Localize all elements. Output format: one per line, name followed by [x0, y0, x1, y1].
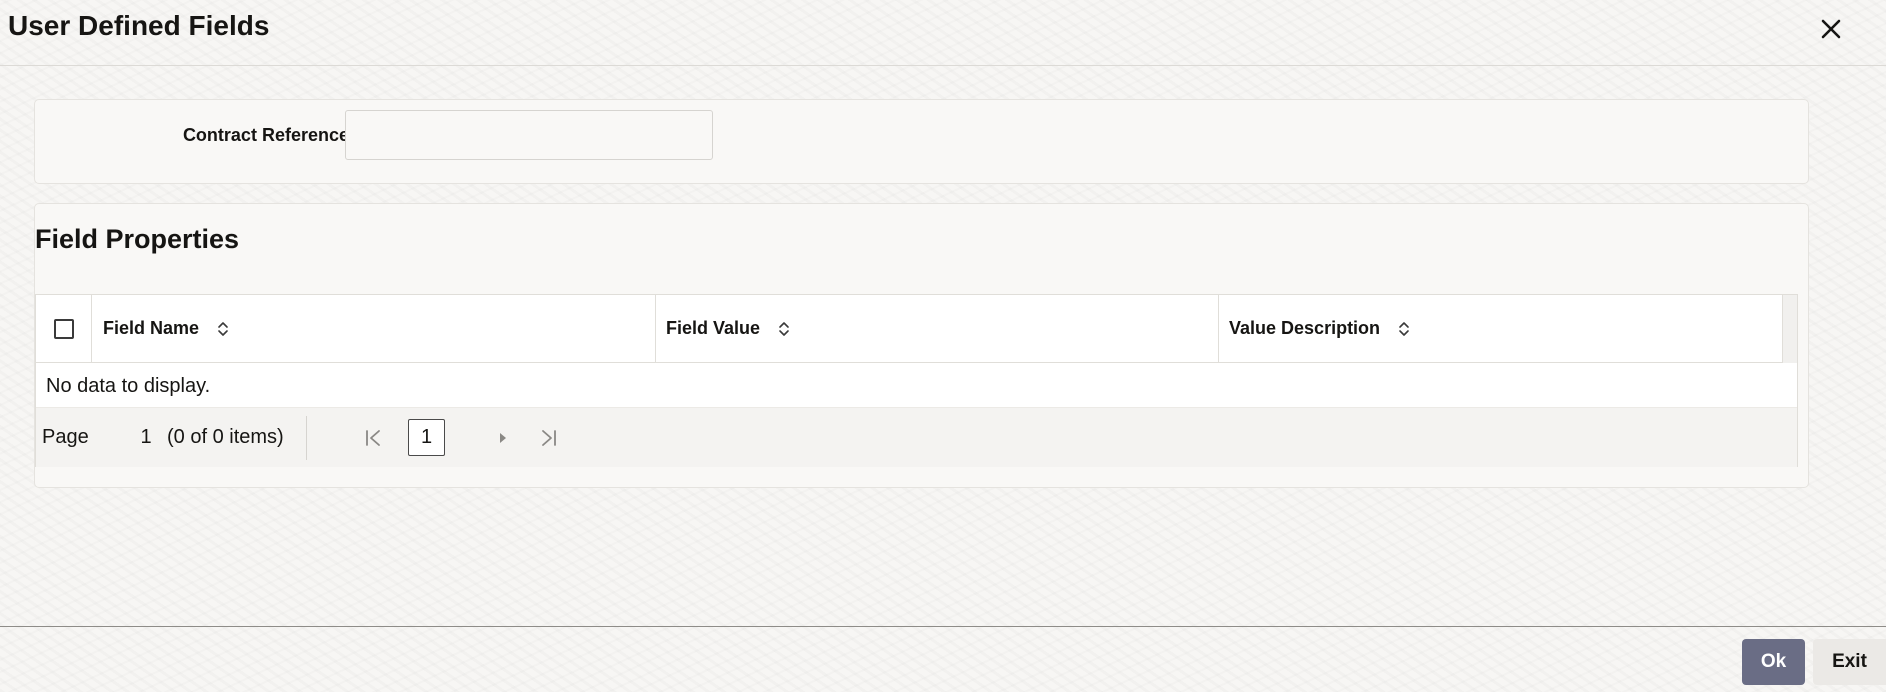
sort-icon[interactable]	[778, 321, 790, 337]
last-page-button[interactable]	[534, 422, 564, 454]
current-page-button[interactable]: 1	[408, 419, 445, 456]
scrollbar-gutter	[1782, 295, 1797, 363]
pagination-divider	[306, 416, 307, 460]
contract-reference-label: Contract Reference	[182, 125, 349, 145]
select-all-checkbox[interactable]	[53, 318, 74, 339]
empty-table-message: No data to display.	[46, 375, 211, 397]
ok-button[interactable]: Ok	[1742, 639, 1805, 685]
sort-icon[interactable]	[217, 321, 229, 337]
dialog-header: User Defined Fields	[0, 0, 1886, 66]
contract-panel: Contract Reference	[34, 99, 1809, 184]
field-properties-title: Field Properties	[35, 224, 240, 254]
next-page-icon	[500, 433, 506, 443]
close-icon	[1821, 19, 1841, 39]
first-page-icon	[366, 430, 380, 446]
dialog-title: User Defined Fields	[8, 10, 270, 41]
exit-button[interactable]: Exit	[1813, 639, 1886, 685]
page-number-input[interactable]: 1	[131, 426, 161, 449]
column-header-field-name[interactable]: Field Name	[92, 295, 656, 362]
dialog-footer: Ok Exit	[0, 626, 1886, 692]
sort-icon[interactable]	[1398, 321, 1410, 337]
item-count: (0 of 0 items)	[167, 426, 284, 448]
pagination-bar: Page 1 (0 of 0 items) 1	[36, 407, 1797, 467]
column-label: Value Description	[1229, 318, 1381, 338]
field-properties-table: Field Name Field Value Value Description…	[35, 294, 1798, 467]
close-button[interactable]	[1816, 14, 1846, 44]
next-page-button[interactable]	[488, 422, 518, 454]
column-header-value-description[interactable]: Value Description	[1219, 295, 1783, 362]
column-header-field-value[interactable]: Field Value	[656, 295, 1219, 362]
contract-reference-input[interactable]	[345, 110, 713, 160]
field-properties-panel: Field Properties Field Name Field Value …	[34, 203, 1809, 488]
table-header: Field Name Field Value Value Description	[36, 295, 1783, 363]
last-page-icon	[542, 430, 556, 446]
column-label: Field Value	[666, 318, 761, 338]
column-label: Field Name	[103, 318, 200, 338]
select-all-cell	[36, 295, 92, 362]
page-label: Page	[42, 426, 89, 448]
first-page-button[interactable]	[358, 422, 388, 454]
